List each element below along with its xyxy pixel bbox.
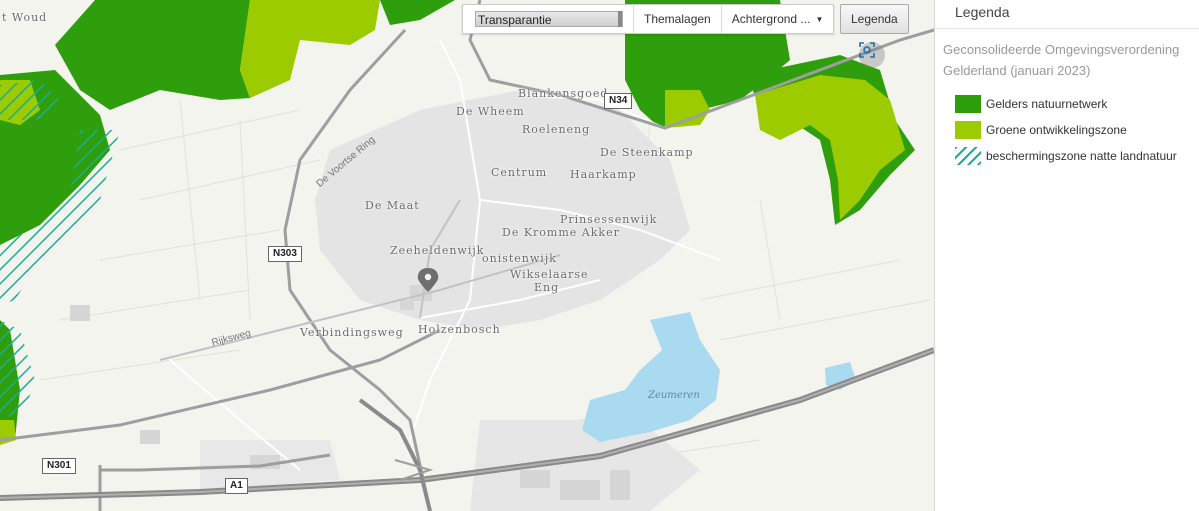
background-label: Achtergrond ... <box>731 12 811 26</box>
road-shield: N303 <box>268 246 302 262</box>
map-view[interactable]: t Woud Blankensgoed De Wheem Roeleneng D… <box>0 0 934 511</box>
place-label: t Woud <box>2 11 48 24</box>
place-label: Holzenbosch <box>418 323 501 336</box>
place-label: Eng <box>534 281 560 294</box>
transparency-slider[interactable]: Transparantie <box>475 11 623 27</box>
place-label: Zeeheldenwijk <box>390 244 485 257</box>
place-label: Wikselaarse <box>510 268 589 281</box>
panel-title: Legenda <box>935 0 1199 29</box>
themes-button[interactable]: Themalagen <box>633 5 721 33</box>
legend-item: Groene ontwikkelingszone <box>955 117 1199 143</box>
road-shield: A1 <box>225 478 248 494</box>
legend-item: Gelders natuurnetwerk <box>955 91 1199 117</box>
background-dropdown[interactable]: Achtergrond ... ▼ <box>720 5 834 33</box>
legend-item: beschermingszone natte landnatuur <box>955 143 1199 169</box>
legend-label: Gelders natuurnetwerk <box>986 97 1108 111</box>
map-toolbar: Transparantie Themalagen Achtergrond ...… <box>462 4 835 34</box>
legend-button[interactable]: Legenda <box>840 4 909 34</box>
road-shield: N301 <box>42 458 76 474</box>
swatch-dark-green <box>955 95 981 113</box>
water-label: Zeumeren <box>648 390 700 401</box>
locate-button[interactable] <box>859 42 885 68</box>
road-shield: N34 <box>604 93 633 109</box>
place-label: De Kromme Akker <box>502 226 620 239</box>
place-label: De Steenkamp <box>600 146 694 159</box>
crosshair-icon <box>859 42 875 58</box>
layer-title: Geconsolideerde Omgevingsverordening Gel… <box>943 42 1180 78</box>
place-label: onistenwijk <box>482 252 557 265</box>
slider-handle[interactable] <box>618 11 622 27</box>
legend-label: Groene ontwikkelingszone <box>986 123 1127 137</box>
swatch-light-green <box>955 121 981 139</box>
legend-list: Gelders natuurnetwerk Groene ontwikkelin… <box>935 91 1199 169</box>
legend-label: beschermingszone natte landnatuur <box>986 149 1177 163</box>
place-label: De Maat <box>365 199 420 212</box>
caret-down-icon: ▼ <box>815 14 824 24</box>
place-label: Verbindingsweg <box>300 326 404 339</box>
place-label: Centrum <box>491 166 548 179</box>
swatch-hatched <box>955 147 981 165</box>
place-label: Haarkamp <box>570 168 637 181</box>
place-label: Roeleneng <box>522 123 591 136</box>
place-label: Prinsessenwijk <box>560 213 658 226</box>
place-label: Blankensgoed <box>518 87 609 100</box>
place-label: De Wheem <box>456 105 525 118</box>
transparency-label: Transparantie <box>478 13 552 27</box>
legend-panel: Legenda Geconsolideerde Omgevingsverorde… <box>934 0 1199 511</box>
